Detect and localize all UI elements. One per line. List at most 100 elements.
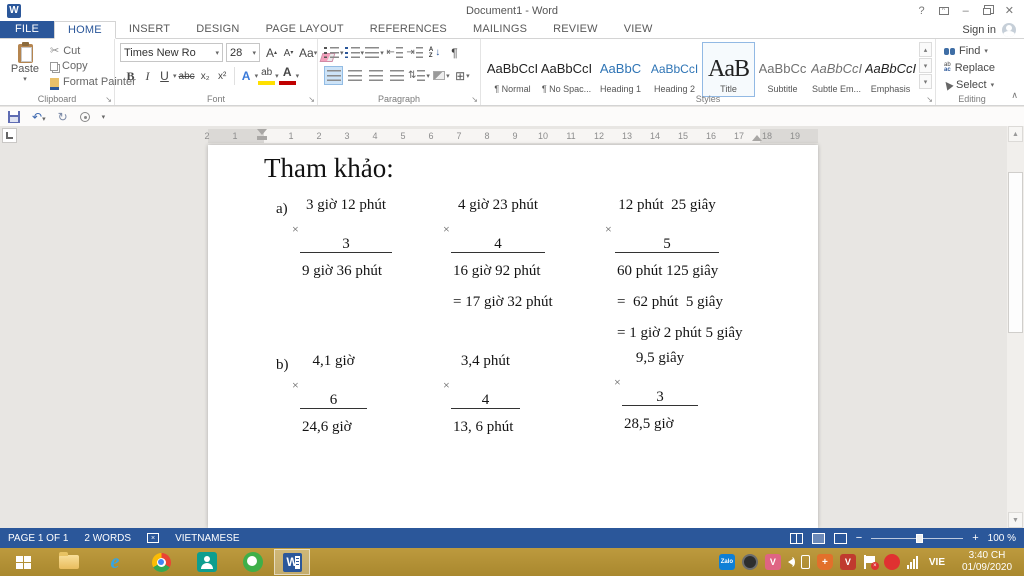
zalo-tray-icon[interactable]: Zalo (718, 554, 735, 570)
v-red-tray-icon[interactable]: V (839, 554, 856, 570)
cut-button[interactable]: ✂ Cut (50, 44, 80, 58)
dialog-launcher-icon[interactable]: ↘ (926, 95, 933, 104)
sign-in[interactable]: Sign in (962, 21, 1024, 38)
zoom-out-icon[interactable]: − (856, 533, 862, 544)
language-indicator[interactable]: VIETNAMESE (175, 533, 239, 544)
bullets-button[interactable]: ▾ (324, 43, 344, 62)
styles-scroll-up-icon[interactable]: ▴ (919, 42, 932, 57)
recorder-tray-icon[interactable] (741, 554, 758, 570)
style-subtle-emphasis[interactable]: AaBbCcI Subtle Em... (810, 42, 863, 97)
minimize-icon[interactable]: – (963, 5, 969, 17)
start-button[interactable] (0, 548, 46, 576)
align-center-button[interactable] (345, 66, 364, 85)
clock[interactable]: 3:40 CH 01/09/2020 (956, 550, 1018, 574)
touch-mode-button[interactable] (79, 111, 90, 122)
font-size-combobox[interactable]: 28 ▾ (226, 43, 260, 62)
tab-page-layout[interactable]: PAGE LAYOUT (253, 21, 357, 38)
tab-home[interactable]: HOME (54, 21, 116, 39)
tab-view[interactable]: VIEW (611, 21, 666, 38)
v-pink-tray-icon[interactable]: V (764, 554, 781, 570)
change-case-button[interactable]: Aa ▾ (297, 43, 319, 62)
phone-tray-icon[interactable] (800, 555, 810, 569)
zoom-slider-thumb[interactable] (916, 533, 924, 543)
style-emphasis[interactable]: AaBbCcI Emphasis (864, 42, 917, 97)
italic-button[interactable]: I (139, 66, 156, 85)
page-indicator[interactable]: PAGE 1 OF 1 (8, 533, 68, 544)
subscript-button[interactable]: x₂ (197, 66, 214, 85)
font-name-combobox[interactable]: Times New Ro ▾ (120, 43, 223, 62)
input-language-indicator[interactable]: VIE (929, 557, 945, 568)
antivirus-shield-icon[interactable]: + (816, 554, 833, 570)
find-button[interactable]: Find ▾ (944, 45, 988, 57)
close-icon[interactable]: ✕ (1005, 4, 1014, 17)
ribbon-display-options-icon[interactable]: ˄ (938, 6, 949, 15)
scroll-down-icon[interactable]: ▼ (1008, 512, 1023, 528)
proofing-errors-icon[interactable]: × (147, 533, 160, 543)
zoom-in-icon[interactable]: + (972, 533, 978, 544)
tab-design[interactable]: DESIGN (183, 21, 252, 38)
dialog-launcher-icon[interactable]: ↘ (471, 95, 478, 104)
network-signal-icon[interactable] (906, 555, 918, 569)
scroll-up-icon[interactable]: ▲ (1008, 126, 1023, 142)
style-title[interactable]: AaB Title (702, 42, 755, 97)
red-circle-tray-icon[interactable] (883, 554, 900, 570)
tab-file[interactable]: FILE (0, 21, 55, 38)
internet-explorer-icon[interactable]: e (104, 551, 126, 573)
word-count[interactable]: 2 WORDS (84, 533, 131, 544)
scrollbar-thumb[interactable] (1008, 172, 1023, 333)
style-normal[interactable]: AaBbCcI ¶ Normal (486, 42, 539, 97)
volume-icon[interactable] (787, 557, 795, 567)
restore-icon[interactable] (982, 8, 991, 15)
line-spacing-button[interactable]: ⇅ ▾ (408, 66, 430, 85)
dialog-launcher-icon[interactable]: ↘ (105, 95, 112, 104)
teal-app-icon[interactable] (196, 551, 218, 573)
chrome-icon[interactable] (150, 551, 172, 573)
bold-button[interactable]: B (122, 66, 139, 85)
superscript-button[interactable]: x² (214, 66, 231, 85)
undo-button[interactable]: ↶▾ (32, 110, 46, 124)
shrink-font-button[interactable]: A ▾ (280, 43, 297, 62)
collapse-ribbon-icon[interactable]: ∧ (1011, 90, 1018, 101)
align-right-button[interactable] (366, 66, 385, 85)
shading-button[interactable]: ▾ (432, 66, 451, 85)
borders-button[interactable]: ⊞ ▾ (453, 66, 472, 85)
replace-button[interactable]: ab ac Replace (944, 62, 995, 74)
vertical-scrollbar[interactable]: ▲ ▼ (1007, 126, 1024, 528)
document-page[interactable]: Tham khảo: a) 3 giờ 12 phút × 3 9 giờ 36… (208, 145, 818, 528)
tab-mailings[interactable]: MAILINGS (460, 21, 540, 38)
web-layout-icon[interactable] (833, 532, 847, 544)
first-line-indent-marker[interactable] (257, 129, 267, 135)
style-heading1[interactable]: AaBbC Heading 1 (594, 42, 647, 97)
underline-button[interactable]: U (156, 66, 173, 85)
style-no-spacing[interactable]: AaBbCcI ¶ No Spac... (540, 42, 593, 97)
strikethrough-button[interactable]: abc (177, 66, 197, 85)
tab-review[interactable]: REVIEW (540, 21, 611, 38)
numbering-button[interactable]: ▾ (344, 43, 364, 62)
right-indent-marker[interactable] (752, 135, 762, 141)
tab-references[interactable]: REFERENCES (357, 21, 460, 38)
select-button[interactable]: Select ▾ (942, 79, 994, 91)
zoom-level[interactable]: 100 % (988, 533, 1016, 544)
decrease-indent-button[interactable]: ⇤ (385, 43, 404, 62)
sort-button[interactable]: A Z ↓ (425, 43, 444, 62)
help-icon[interactable]: ? (919, 5, 925, 17)
align-left-button[interactable] (324, 66, 343, 85)
tab-stop-selector[interactable] (2, 128, 17, 143)
coccoc-browser-icon[interactable] (242, 551, 264, 573)
tab-insert[interactable]: INSERT (116, 21, 183, 38)
read-mode-icon[interactable] (789, 532, 803, 544)
hanging-indent-marker[interactable] (257, 136, 267, 140)
justify-button[interactable] (387, 66, 406, 85)
redo-button[interactable]: ↻ (58, 110, 68, 124)
text-effects-button[interactable]: A (238, 66, 255, 85)
action-center-flag-icon[interactable]: × (863, 555, 879, 570)
styles-scroll-down-icon[interactable]: ▾ (919, 58, 932, 73)
multilevel-list-button[interactable]: ▾ (365, 43, 384, 62)
show-hide-pilcrow-button[interactable]: ¶ (445, 43, 464, 62)
styles-more-icon[interactable]: ▾ (919, 74, 932, 89)
font-color-button[interactable]: A (278, 65, 296, 85)
print-layout-icon[interactable] (811, 532, 825, 544)
style-subtitle[interactable]: AaBbCc Subtitle (756, 42, 809, 97)
save-button[interactable] (8, 110, 20, 123)
file-explorer-icon[interactable] (58, 551, 80, 573)
